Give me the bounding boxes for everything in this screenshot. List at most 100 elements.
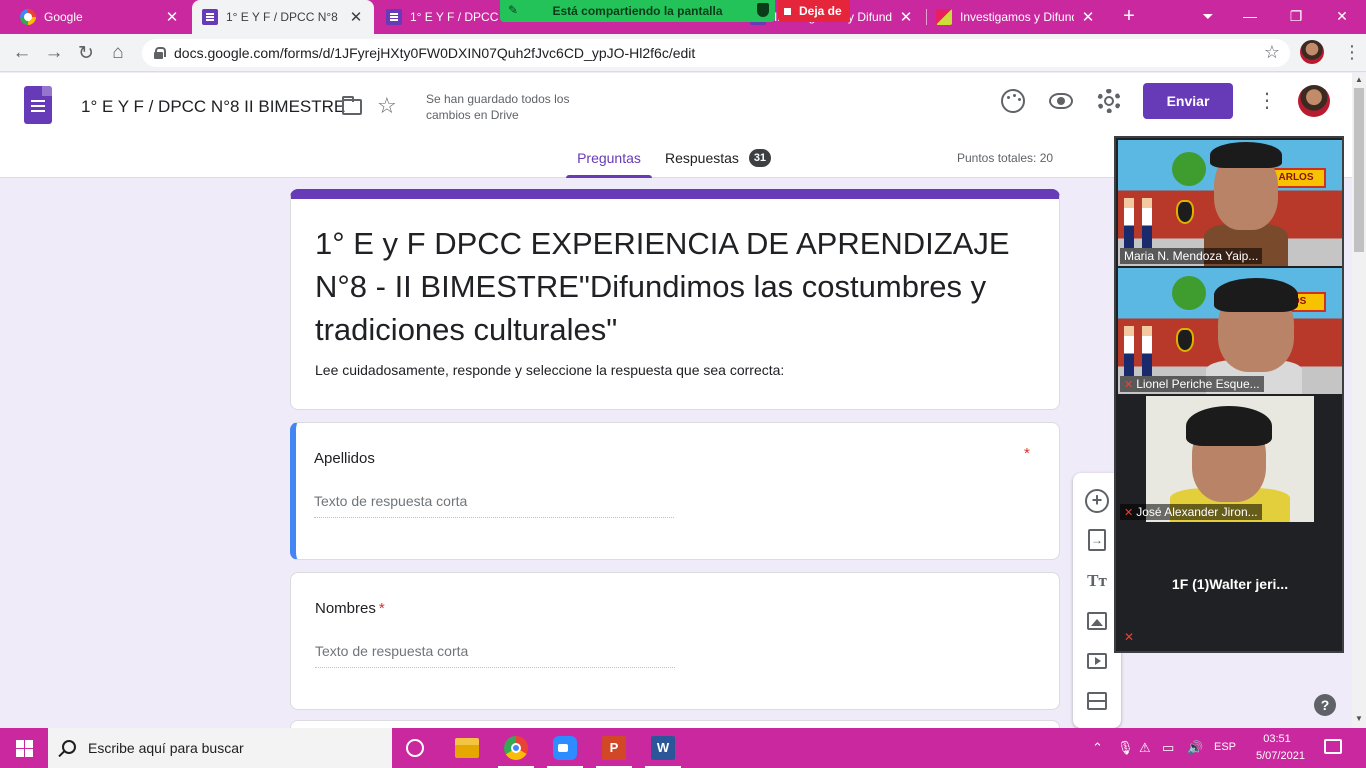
form-title[interactable]: 1° E y F DPCC EXPERIENCIA DE APRENDIZAJE… — [315, 222, 1035, 351]
restore-button[interactable]: ❐ — [1274, 0, 1318, 32]
participant-tile[interactable]: 1F (1)Walter jeri... ✕ — [1118, 524, 1342, 650]
tab-title: Google — [44, 10, 83, 24]
window-close-button[interactable]: ✕ — [1320, 0, 1364, 32]
chrome-icon[interactable] — [504, 736, 528, 760]
user-avatar[interactable] — [1298, 85, 1330, 117]
tray-chevron-up-icon[interactable]: ⌃ — [1092, 740, 1103, 756]
chrome-profile-avatar[interactable] — [1300, 40, 1324, 64]
url-text: docs.google.com/forms/d/1JFyrejHXty0FW0D… — [174, 45, 696, 61]
notifications-icon[interactable] — [1324, 739, 1342, 754]
doc-icon — [936, 9, 952, 25]
form-title-card[interactable]: 1° E y F DPCC EXPERIENCIA DE APRENDIZAJE… — [290, 189, 1060, 410]
chrome-menu-icon[interactable]: ⋮ — [1340, 40, 1364, 64]
participant-name: Maria N. Mendoza Yaip... — [1120, 248, 1263, 264]
back-arrow-icon[interactable]: ← — [8, 39, 36, 67]
start-button[interactable] — [0, 728, 48, 768]
participant-tile[interactable]: LOS ✕Lionel Periche Esque... — [1118, 268, 1342, 394]
google-forms-logo-icon[interactable] — [24, 86, 52, 124]
shield-icon — [757, 3, 769, 17]
tab-search-icon[interactable]: ⏷ — [1186, 0, 1230, 32]
powerpoint-icon[interactable]: P — [602, 736, 626, 760]
scroll-up-arrow-icon[interactable]: ▲ — [1352, 73, 1366, 87]
stop-share-button[interactable]: Deja de — [778, 0, 850, 22]
background-figure — [1124, 326, 1134, 376]
close-icon[interactable]: ✕ — [348, 8, 364, 26]
background-figure — [1142, 326, 1152, 376]
question-label: Nombres — [315, 600, 376, 617]
network-icon[interactable]: ⚠ — [1139, 740, 1151, 756]
mic-off-icon: ✕ — [1124, 630, 1135, 644]
taskbar-search-input[interactable]: Escribe aquí para buscar — [48, 728, 392, 768]
tab-title: 1° E Y F / DPCC N°8 II BIMESTRE — [226, 10, 342, 24]
new-tab-button[interactable]: + — [1118, 6, 1140, 28]
send-button[interactable]: Enviar — [1143, 83, 1233, 119]
star-icon[interactable]: ☆ — [377, 93, 397, 119]
folder-icon[interactable] — [342, 96, 362, 115]
screen-share-banner[interactable]: ✎ Está compartiendo la pantalla — [500, 0, 775, 22]
video-call-panel[interactable]: ARLOS Maria N. Mendoza Yaip... LOS ✕Lion… — [1114, 136, 1344, 653]
clock-date: 5/07/2021 — [1256, 750, 1305, 762]
save-status: Se han guardado todos los cambios en Dri… — [426, 92, 570, 122]
stop-share-label: Deja de — [799, 4, 842, 18]
help-icon[interactable]: ? — [1314, 694, 1336, 716]
scroll-down-arrow-icon[interactable]: ▼ — [1352, 712, 1366, 726]
clock[interactable]: 03:51 5/07/2021 — [1256, 731, 1305, 765]
import-questions-icon[interactable]: → — [1088, 529, 1106, 551]
add-section-icon[interactable] — [1087, 692, 1107, 710]
close-icon[interactable]: ✕ — [164, 8, 180, 26]
participant-name: ✕ José Alexander Jiron... — [1120, 504, 1262, 520]
question-card-nombres[interactable]: Nombres * Texto de respuesta corta — [290, 572, 1060, 710]
participant-hair — [1186, 406, 1272, 446]
add-video-icon[interactable] — [1087, 653, 1107, 669]
background-tree — [1172, 152, 1206, 186]
participant-name: 1F (1)Walter jeri... — [1171, 576, 1289, 592]
forms-icon — [386, 9, 402, 25]
question-label: Apellidos — [314, 450, 375, 467]
pin-icon: ✎ — [508, 3, 519, 17]
windows-taskbar: Escribe aquí para buscar P W ⌃ 🎙 ⚠ ▭ 🔊 E… — [0, 728, 1366, 768]
tab-google[interactable]: Google ✕ — [10, 0, 190, 34]
add-image-icon[interactable] — [1087, 612, 1107, 630]
add-title-icon[interactable]: Tт — [1085, 569, 1109, 593]
palette-icon[interactable] — [1001, 89, 1025, 113]
battery-icon[interactable]: ▭ — [1162, 740, 1174, 756]
form-description[interactable]: Lee cuidadosamente, responde y seleccion… — [315, 362, 784, 378]
tab-questions[interactable]: Preguntas — [566, 146, 652, 178]
question-card-apellidos[interactable]: Apellidos * Texto de respuesta corta — [290, 422, 1060, 560]
forward-arrow-icon[interactable]: → — [40, 39, 68, 67]
tab-responses[interactable]: Respuestas 31 — [665, 146, 771, 178]
cortana-icon[interactable] — [406, 739, 424, 757]
address-bar[interactable]: docs.google.com/forms/d/1JFyrejHXty0FW0D… — [142, 39, 1290, 67]
tab-title: Investigamos y Difundimos — [960, 10, 1074, 24]
zoom-icon[interactable] — [553, 736, 577, 760]
add-question-icon[interactable]: + — [1085, 489, 1109, 513]
close-icon[interactable]: ✕ — [1080, 8, 1096, 26]
forms-icon — [202, 9, 218, 25]
participant-tile[interactable]: ARLOS Maria N. Mendoza Yaip... — [1118, 140, 1342, 266]
tab-investigamos-2[interactable]: Investigamos y Difundimos ✕ — [926, 0, 1106, 34]
lock-icon — [154, 47, 166, 59]
file-explorer-icon[interactable] — [455, 738, 479, 758]
preview-eye-icon[interactable] — [1049, 93, 1073, 109]
bookmark-star-icon[interactable]: ☆ — [1264, 42, 1280, 63]
search-icon — [62, 740, 76, 754]
settings-gear-icon[interactable] — [1097, 89, 1121, 113]
browser-toolbar: ← → ↻ ⌂ docs.google.com/forms/d/1JFyrejH… — [0, 34, 1366, 72]
minimize-button[interactable]: — — [1228, 0, 1272, 32]
word-icon[interactable]: W — [651, 736, 675, 760]
tab-responses-label: Respuestas — [665, 150, 739, 166]
participant-tile[interactable]: ✕ José Alexander Jiron... — [1118, 396, 1342, 522]
microphone-icon[interactable]: 🎙 — [1117, 740, 1134, 756]
school-emblem — [1176, 200, 1194, 224]
short-answer-field: Texto de respuesta corta — [314, 493, 674, 518]
home-icon[interactable]: ⌂ — [104, 39, 132, 67]
close-icon[interactable]: ✕ — [898, 8, 914, 26]
scrollbar-thumb[interactable] — [1354, 88, 1364, 252]
language-indicator[interactable]: ESP — [1214, 741, 1236, 753]
more-options-icon[interactable]: ⋮ — [1255, 87, 1279, 115]
volume-icon[interactable]: 🔊 — [1187, 740, 1203, 756]
tab-forms-active[interactable]: 1° E Y F / DPCC N°8 II BIMESTRE ✕ — [192, 0, 374, 34]
reload-icon[interactable]: ↻ — [72, 39, 100, 67]
document-title[interactable]: 1° E Y F / DPCC N°8 II BIMESTRE — [81, 97, 345, 117]
mic-off-icon: ✕ — [1124, 507, 1134, 519]
